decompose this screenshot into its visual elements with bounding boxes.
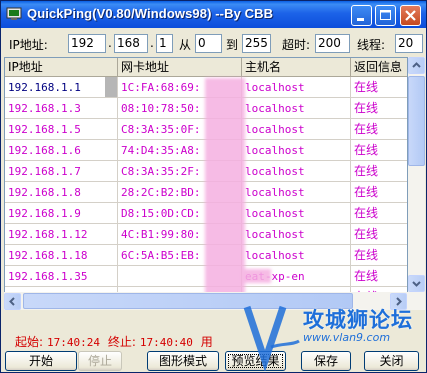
cell-ip: 192.168.1.9	[5, 203, 118, 224]
timeout-input[interactable]: 200	[315, 34, 350, 53]
cell-ip: 192.168.1.8	[5, 182, 118, 203]
cell-host: localhost	[242, 119, 351, 140]
scroll-up-arrow-icon	[412, 62, 421, 68]
scroll-down-button[interactable]	[408, 275, 425, 292]
end-time-label: 终止:	[107, 335, 136, 349]
cell-status: 在线	[351, 203, 407, 224]
minimize-button[interactable]	[351, 5, 372, 26]
column-header-ip[interactable]: IP地址	[5, 58, 118, 77]
cell-ip: 192.168.1.5	[5, 119, 118, 140]
results-table[interactable]: IP地址 网卡地址 主机名 返回信息 192.168.1.1 1C:FA:68:6…	[4, 57, 408, 310]
cell-host: localhost	[242, 224, 351, 245]
dot-separator: .	[150, 36, 154, 50]
app-icon	[6, 7, 22, 20]
maximize-button[interactable]	[375, 5, 396, 26]
dot-separator: .	[108, 36, 112, 50]
close-button[interactable]: 关闭	[364, 351, 419, 371]
ip-octet3-input[interactable]: 1	[156, 34, 173, 53]
privacy-blur	[205, 78, 245, 308]
maximize-icon	[380, 10, 391, 20]
to-input[interactable]: 255	[242, 34, 271, 53]
cell-ip: 192.168.1.7	[5, 161, 118, 182]
ip-range-bar: IP地址: 192 . 168 . 1 从 0 到 255 超时: 200 线程…	[1, 31, 426, 57]
cell-ip: 192.168.1.18	[5, 245, 118, 266]
ip-octet2-input[interactable]: 168	[114, 34, 148, 53]
column-header-status[interactable]: 返回信息	[351, 58, 407, 77]
scroll-left-button[interactable]	[4, 293, 21, 310]
cell-ip: 192.168.1.35	[5, 266, 118, 287]
cell-status: 在线	[351, 140, 407, 161]
watermark-url: www.vlan9.com	[303, 331, 391, 344]
cell-status: 在线	[351, 266, 407, 287]
cell-status: 在线	[351, 77, 407, 98]
cell-host: localhost	[242, 140, 351, 161]
title-bar[interactable]: QuickPing(V0.80/Windows98) --By CBB	[1, 1, 426, 28]
ip-octet1-input[interactable]: 192	[68, 34, 106, 53]
cell-host: localhost	[242, 98, 351, 119]
scroll-thumb[interactable]	[408, 76, 425, 166]
scroll-right-button[interactable]	[390, 293, 407, 310]
cell-host: localhost	[242, 182, 351, 203]
preview-result-button[interactable]: 预览结果	[225, 351, 286, 371]
cell-ip: 192.168.1.6	[5, 140, 118, 161]
status-line: 起始: 17:40:24 终止: 17:40:40 用	[15, 333, 217, 350]
ip-label: IP地址:	[9, 38, 48, 52]
start-time-value: 17:40:24	[47, 336, 101, 349]
window-title: QuickPing(V0.80/Windows98) --By CBB	[27, 6, 274, 21]
elapsed-label: 用	[200, 335, 213, 349]
timeout-label: 超时:	[282, 38, 311, 52]
from-input[interactable]: 0	[195, 34, 222, 53]
cell-ip: 192.168.1.3	[5, 98, 118, 119]
close-window-button[interactable]	[400, 5, 421, 26]
minimize-icon	[357, 18, 364, 21]
cell-ip: 192.168.1.12	[5, 224, 118, 245]
cell-ip: 192.168.1.1	[5, 77, 118, 98]
cell-host: localhost	[242, 161, 351, 182]
cell-status: 在线	[351, 245, 407, 266]
cell-status: 在线	[351, 224, 407, 245]
privacy-blur	[243, 269, 271, 283]
cell-status: 在线	[351, 161, 407, 182]
to-label: 到	[226, 38, 239, 52]
column-header-host[interactable]: 主机名	[242, 58, 351, 77]
start-button[interactable]: 开始	[5, 351, 77, 371]
cell-host: localhost	[242, 203, 351, 224]
cell-host: localhost	[242, 245, 351, 266]
graphic-mode-button[interactable]: 图形模式	[147, 351, 219, 371]
main-window: QuickPing(V0.80/Windows98) --By CBB IP地址…	[0, 0, 427, 373]
stop-button[interactable]: 停止	[78, 351, 122, 371]
start-time-label: 起始:	[15, 335, 44, 349]
column-header-mac[interactable]: 网卡地址	[118, 58, 242, 77]
horizontal-scroll-thumb[interactable]	[23, 293, 353, 309]
cell-status: 在线	[351, 182, 407, 203]
scroll-right-arrow-icon	[396, 297, 402, 306]
scroll-up-button[interactable]	[408, 57, 425, 74]
scroll-left-arrow-icon	[9, 297, 15, 306]
end-time-value: 17:40:40	[139, 336, 193, 349]
save-button[interactable]: 保存	[301, 351, 351, 371]
vertical-scrollbar[interactable]	[408, 57, 425, 310]
threads-input[interactable]: 20	[395, 34, 423, 53]
cell-status: 在线	[351, 119, 407, 140]
cell-status: 在线	[351, 98, 407, 119]
close-icon	[405, 10, 416, 21]
cell-host: localhost	[242, 77, 351, 98]
from-label: 从	[179, 38, 192, 52]
scroll-down-arrow-icon	[412, 281, 421, 287]
horizontal-scrollbar[interactable]	[4, 292, 408, 310]
threads-label: 线程:	[357, 38, 386, 52]
